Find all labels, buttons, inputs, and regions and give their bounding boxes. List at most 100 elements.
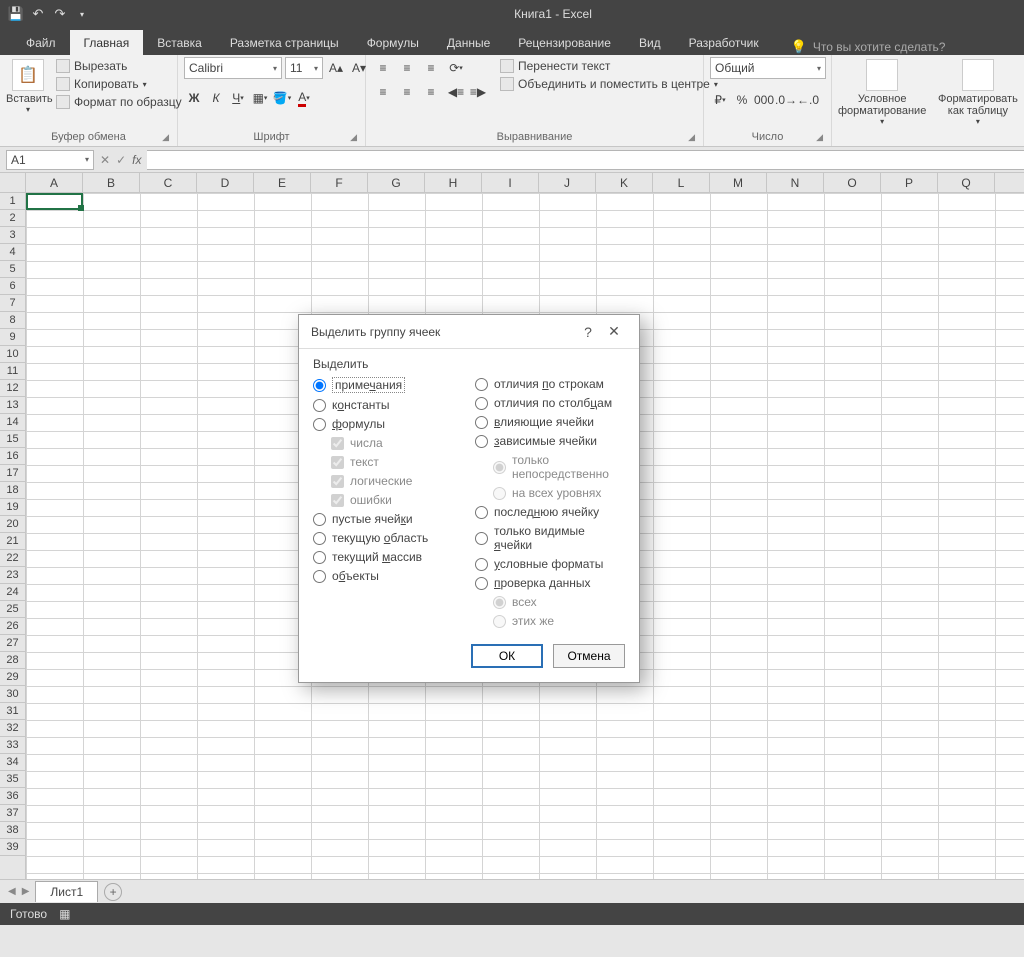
row-header[interactable]: 18	[0, 482, 25, 499]
row-header[interactable]: 19	[0, 499, 25, 516]
name-box[interactable]: A1▾	[6, 150, 94, 170]
row-header[interactable]: 24	[0, 584, 25, 601]
new-sheet-button[interactable]: +	[104, 883, 122, 901]
increase-font-button[interactable]: A▴	[326, 57, 346, 79]
row-header[interactable]: 1	[0, 193, 25, 210]
qat-dropdown-icon[interactable]: ▾	[74, 6, 90, 22]
radio-array[interactable]: текущий массив	[313, 550, 463, 564]
column-header[interactable]: D	[197, 173, 254, 192]
row-header[interactable]: 37	[0, 805, 25, 822]
merge-center-button[interactable]: Объединить и поместить в центре▾	[500, 77, 718, 91]
dialog-help-button[interactable]: ?	[575, 324, 601, 340]
redo-icon[interactable]: ↷	[52, 6, 68, 22]
row-header[interactable]: 8	[0, 312, 25, 329]
tell-me-search[interactable]: 💡 Что вы хотите сделать?	[791, 39, 946, 55]
row-header[interactable]: 21	[0, 533, 25, 550]
underline-button[interactable]: Ч▾	[228, 87, 248, 109]
radio-coldiff[interactable]: отличия по столбцам	[475, 396, 625, 410]
column-header[interactable]: H	[425, 173, 482, 192]
accounting-format-button[interactable]: ₽▾	[710, 89, 730, 111]
row-header[interactable]: 31	[0, 703, 25, 720]
column-header[interactable]: E	[254, 173, 311, 192]
row-header[interactable]: 32	[0, 720, 25, 737]
row-header[interactable]: 7	[0, 295, 25, 312]
format-as-table-button[interactable]: Форматировать как таблицу▾	[938, 57, 1018, 126]
font-name-combo[interactable]: Calibri▾	[184, 57, 282, 79]
radio-objects[interactable]: объекты	[313, 569, 463, 583]
column-header[interactable]: B	[83, 173, 140, 192]
format-painter-button[interactable]: Формат по образцу	[56, 95, 182, 109]
align-left-button[interactable]: ≡	[372, 81, 394, 103]
column-header[interactable]: L	[653, 173, 710, 192]
column-header[interactable]: I	[482, 173, 539, 192]
row-header[interactable]: 6	[0, 278, 25, 295]
row-header[interactable]: 16	[0, 448, 25, 465]
row-header[interactable]: 33	[0, 737, 25, 754]
radio-blanks[interactable]: пустые ячейки	[313, 512, 463, 526]
number-launcher-icon[interactable]: ◢	[816, 132, 823, 143]
radio-constants[interactable]: константы	[313, 398, 463, 412]
formula-input[interactable]	[147, 150, 1024, 170]
decrease-indent-button[interactable]: ◀≡	[446, 81, 466, 103]
row-header[interactable]: 35	[0, 771, 25, 788]
decrease-decimal-button[interactable]: ←.0	[798, 89, 818, 111]
row-header[interactable]: 17	[0, 465, 25, 482]
copy-button[interactable]: Копировать▾	[56, 77, 182, 91]
tab-pagelayout[interactable]: Разметка страницы	[216, 30, 353, 55]
row-header[interactable]: 27	[0, 635, 25, 652]
fill-color-button[interactable]: 🪣▾	[272, 87, 292, 109]
font-size-combo[interactable]: 11▾	[285, 57, 323, 79]
row-header[interactable]: 25	[0, 601, 25, 618]
row-header[interactable]: 12	[0, 380, 25, 397]
column-header[interactable]: M	[710, 173, 767, 192]
tab-view[interactable]: Вид	[625, 30, 675, 55]
row-header[interactable]: 30	[0, 686, 25, 703]
orientation-button[interactable]: ⟳▾	[446, 57, 466, 79]
column-header[interactable]: K	[596, 173, 653, 192]
tab-insert[interactable]: Вставка	[143, 30, 216, 55]
conditional-formatting-button[interactable]: Условное форматирование▾	[838, 57, 926, 126]
radio-region[interactable]: текущую область	[313, 531, 463, 545]
font-color-button[interactable]: A▾	[294, 87, 314, 109]
row-header[interactable]: 34	[0, 754, 25, 771]
row-header[interactable]: 13	[0, 397, 25, 414]
row-header[interactable]: 10	[0, 346, 25, 363]
row-header[interactable]: 11	[0, 363, 25, 380]
row-header[interactable]: 4	[0, 244, 25, 261]
row-header[interactable]: 39	[0, 839, 25, 856]
column-header[interactable]: J	[539, 173, 596, 192]
row-header[interactable]: 9	[0, 329, 25, 346]
column-header[interactable]: N	[767, 173, 824, 192]
row-header[interactable]: 22	[0, 550, 25, 567]
column-header[interactable]: Q	[938, 173, 995, 192]
dialog-close-button[interactable]: ✕	[601, 323, 627, 340]
border-button[interactable]: ▦▾	[250, 87, 270, 109]
percent-button[interactable]: %	[732, 89, 752, 111]
italic-button[interactable]: К	[206, 87, 226, 109]
row-header[interactable]: 14	[0, 414, 25, 431]
tab-home[interactable]: Главная	[70, 30, 144, 55]
radio-condfmt[interactable]: условные форматы	[475, 557, 625, 571]
radio-lastcell[interactable]: последнюю ячейку	[475, 505, 625, 519]
row-header[interactable]: 23	[0, 567, 25, 584]
increase-decimal-button[interactable]: .0→	[776, 89, 796, 111]
wrap-text-button[interactable]: Перенести текст	[500, 59, 718, 73]
align-bottom-button[interactable]: ≡	[420, 57, 442, 79]
number-format-combo[interactable]: Общий▾	[710, 57, 826, 79]
cut-button[interactable]: Вырезать	[56, 59, 182, 73]
row-header[interactable]: 38	[0, 822, 25, 839]
tab-review[interactable]: Рецензирование	[504, 30, 625, 55]
column-header[interactable]: P	[881, 173, 938, 192]
align-top-button[interactable]: ≡	[372, 57, 394, 79]
undo-icon[interactable]: ↶	[30, 6, 46, 22]
macro-record-icon[interactable]: ▦	[59, 907, 70, 921]
sheet-tab[interactable]: Лист1	[35, 881, 98, 902]
row-header[interactable]: 5	[0, 261, 25, 278]
column-header[interactable]: C	[140, 173, 197, 192]
font-launcher-icon[interactable]: ◢	[350, 132, 357, 143]
radio-validation[interactable]: проверка данных	[475, 576, 625, 590]
tab-data[interactable]: Данные	[433, 30, 504, 55]
clipboard-launcher-icon[interactable]: ◢	[162, 132, 169, 143]
align-right-button[interactable]: ≡	[420, 81, 442, 103]
prev-sheet-icon[interactable]: ◀	[8, 886, 16, 897]
